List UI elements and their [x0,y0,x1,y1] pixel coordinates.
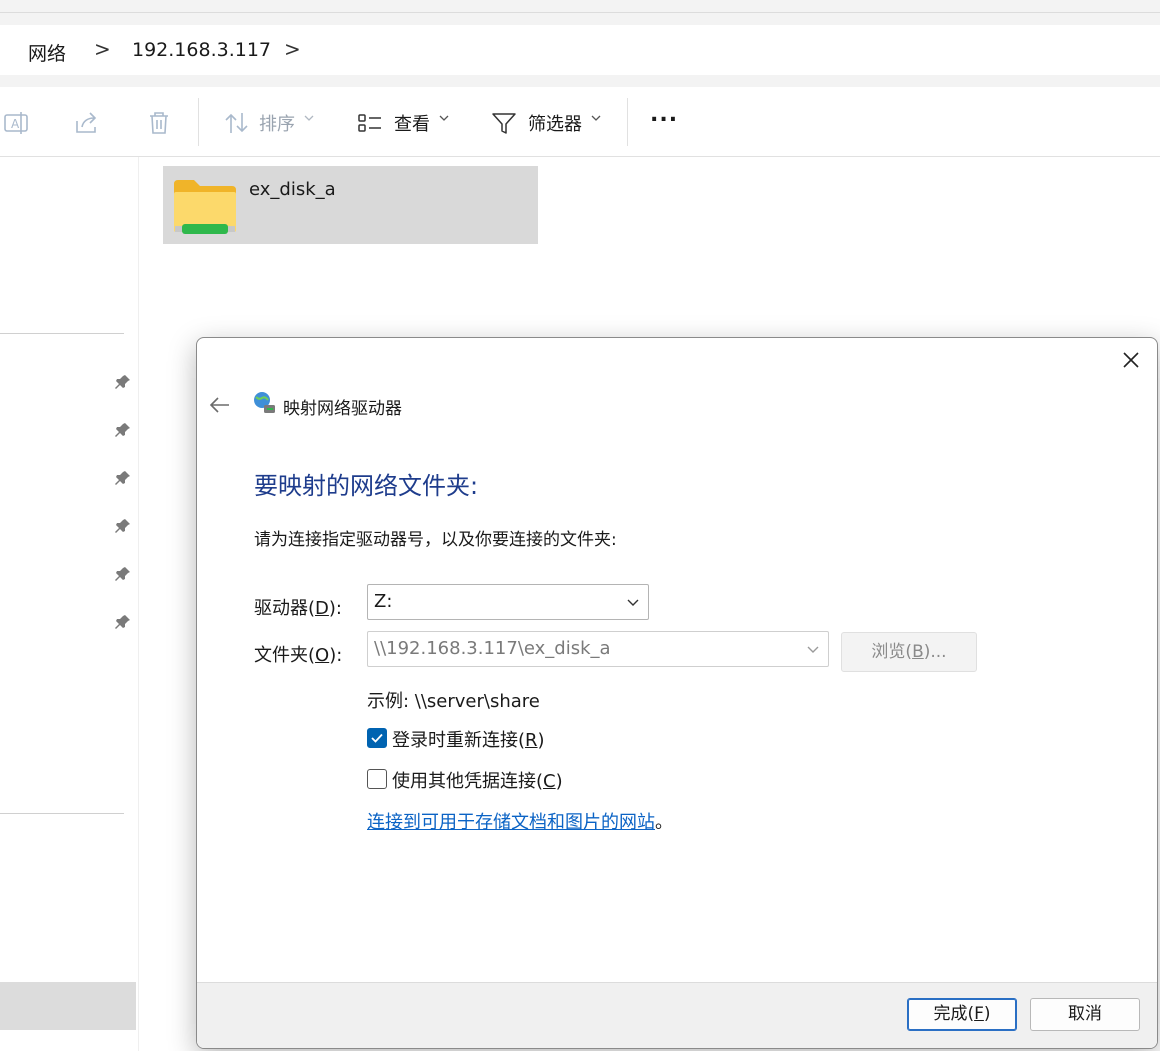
map-network-drive-dialog: 映射网络驱动器 要映射的网络文件夹: 请为连接指定驱动器号，以及你要连接的文件夹… [196,337,1158,1049]
link-suffix: 。 [655,812,673,833]
finish-button[interactable]: 完成(F) [907,998,1017,1031]
storage-website-link[interactable]: 连接到可用于存储文档和图片的网站 [367,808,655,834]
view-icon[interactable] [355,108,385,138]
chevron-down-icon [807,646,819,653]
back-arrow-icon[interactable] [207,394,233,416]
reconnect-checkbox[interactable] [367,728,387,748]
view-label[interactable]: 查看 [394,110,430,136]
network-folder-icon [174,180,236,234]
more-options-button[interactable]: ... [650,102,678,127]
dialog-description: 请为连接指定驱动器号，以及你要连接的文件夹: [254,530,617,550]
reconnect-label[interactable]: 登录时重新连接(R) [392,726,545,752]
close-icon[interactable] [1119,348,1143,372]
cancel-button[interactable]: 取消 [1030,998,1140,1031]
pin-icon[interactable] [114,421,132,439]
pin-icon[interactable] [114,565,132,583]
folder-path-combobox[interactable]: \\192.168.3.117\ex_disk_a [367,631,829,667]
sort-label[interactable]: 排序 [259,110,295,136]
folder-name: ex_disk_a [249,179,336,200]
share-icon[interactable] [72,108,102,138]
pin-icon[interactable] [114,517,132,535]
rename-icon[interactable]: A [2,108,32,138]
pin-icon[interactable] [114,613,132,631]
toolbar-divider [627,98,628,146]
drive-label: 驱动器(D): [254,598,342,619]
other-credentials-checkbox[interactable] [367,769,387,789]
breadcrumb-separator-1[interactable]: > [94,37,111,61]
pin-icon[interactable] [114,373,132,391]
toolbar-divider [198,98,199,146]
breadcrumb-separator-2[interactable]: > [284,37,301,61]
chevron-down-icon [627,599,639,606]
svg-text:A: A [11,117,20,131]
address-bar: 网络 > 192.168.3.117 > [0,13,1160,87]
filter-label[interactable]: 筛选器 [528,110,582,136]
filter-icon[interactable] [489,108,519,138]
pin-icon[interactable] [114,469,132,487]
nav-item-selected[interactable] [0,982,136,1030]
drive-letter-value: Z: [374,591,393,612]
chevron-down-icon [591,115,601,121]
address-box[interactable]: 网络 > 192.168.3.117 > [0,25,1160,75]
example-text: 示例: \\server\share [367,691,540,712]
breadcrumb-network[interactable]: 网络 [28,39,66,66]
folder-tile[interactable]: ex_disk_a [163,166,538,244]
drive-letter-select[interactable]: Z: [367,584,649,620]
browse-button[interactable]: 浏览(B)... [841,632,977,672]
delete-icon[interactable] [144,108,174,138]
dialog-heading: 要映射的网络文件夹: [254,472,479,500]
folder-label: 文件夹(O): [254,645,343,666]
chevron-down-icon [304,115,314,121]
navigation-pane [0,157,139,1051]
network-drive-icon [254,392,275,413]
dialog-title: 映射网络驱动器 [283,399,402,419]
chevron-down-icon [439,115,449,121]
breadcrumb-ip[interactable]: 192.168.3.117 [132,39,271,61]
nav-divider [0,813,124,814]
checkmark-icon [371,733,383,743]
dialog-footer: 完成(F) 取消 [197,982,1157,1048]
nav-divider [0,333,124,334]
command-bar: A 排序 查看 筛选器 ... [0,88,1160,157]
folder-path-value: \\192.168.3.117\ex_disk_a [374,638,611,659]
other-credentials-label[interactable]: 使用其他凭据连接(C) [392,767,563,793]
window-top-strip [0,0,1160,13]
sort-icon[interactable] [222,108,252,138]
